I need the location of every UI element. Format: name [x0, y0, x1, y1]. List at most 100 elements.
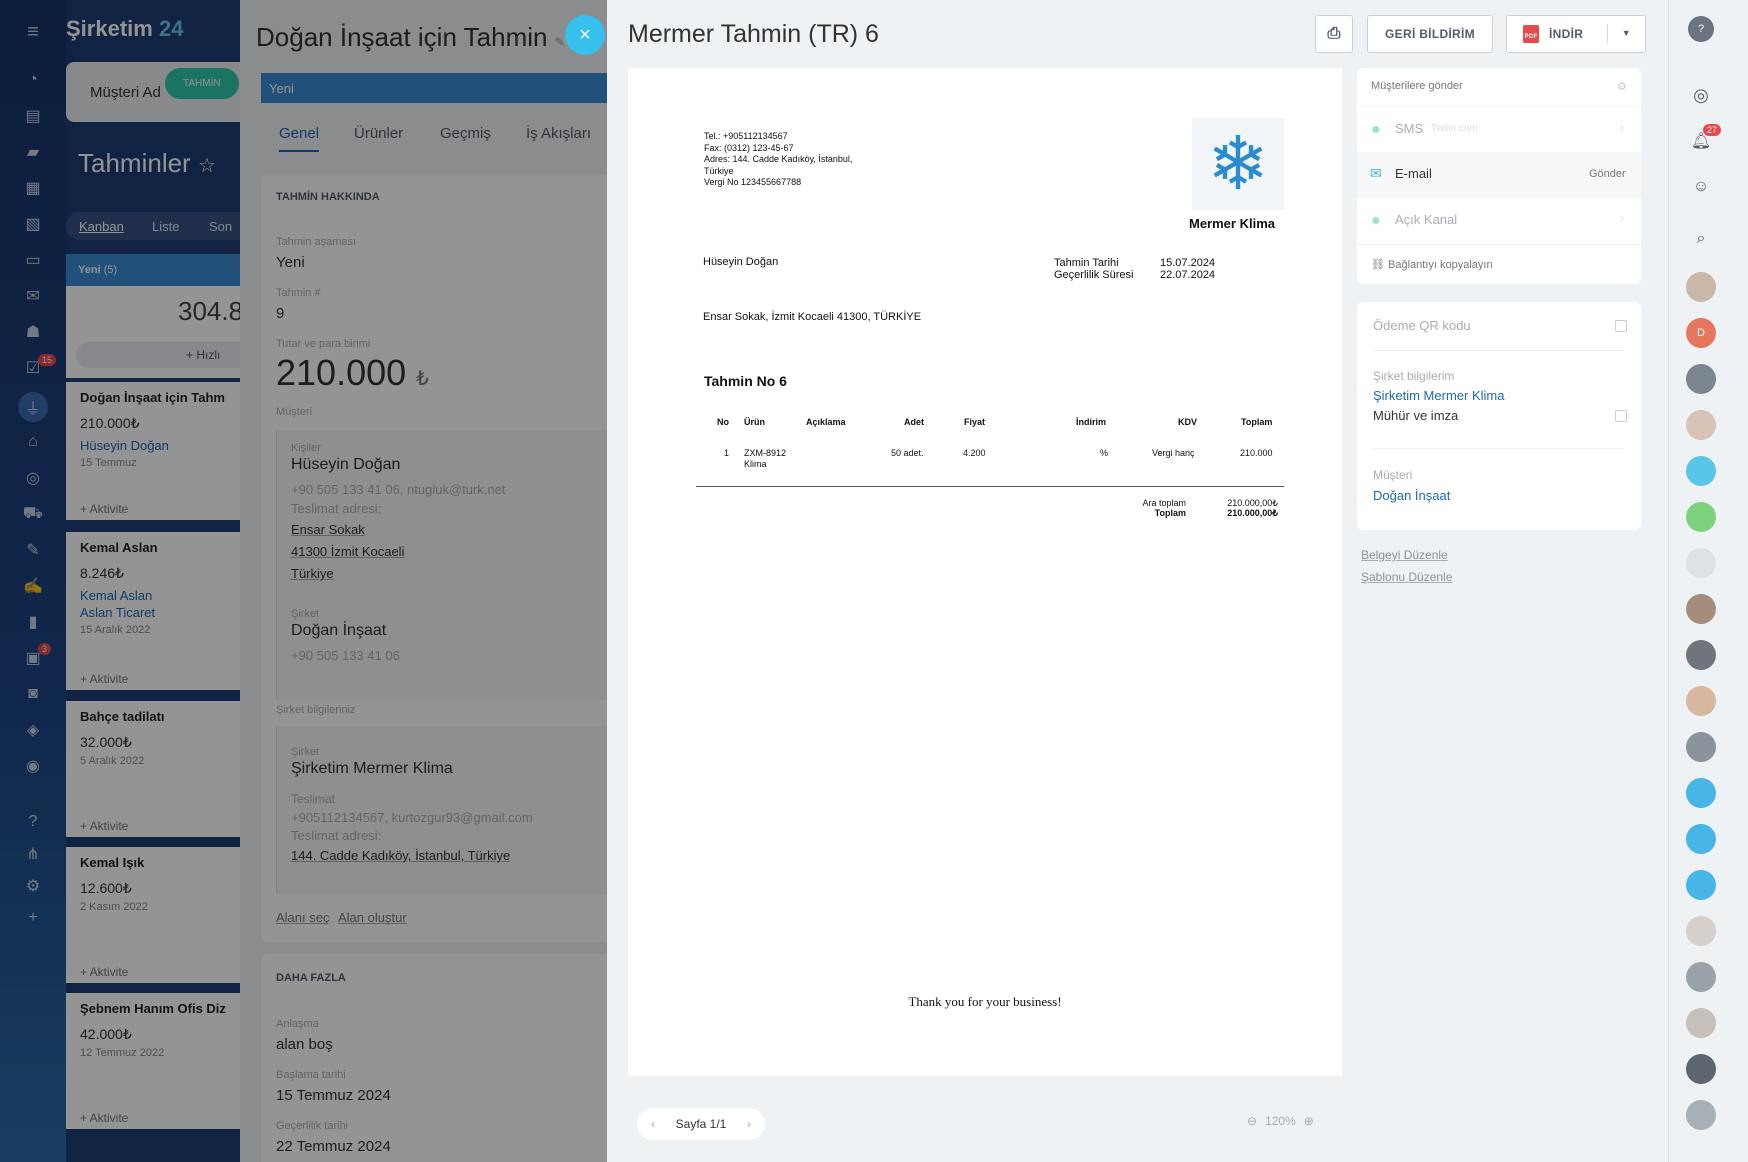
my-company-link[interactable]: Şirketim Mermer Klima	[1373, 388, 1504, 403]
email-send[interactable]: Gönder	[1589, 168, 1626, 180]
row-total: 210.000	[1240, 448, 1273, 458]
avatar[interactable]	[1686, 364, 1716, 394]
link-icon: ⛓	[1371, 259, 1385, 271]
help-icon[interactable]: ?	[1688, 16, 1714, 42]
total-label: Toplam	[1154, 508, 1186, 518]
qr-label: Ödeme QR kodu	[1373, 318, 1471, 333]
doc-date-label: Tahmin Tarihi	[1054, 257, 1119, 269]
sms-label: SMS	[1395, 121, 1424, 136]
sender-address: Adres: 144. Cadde Kadıköy, İstanbul,	[704, 154, 853, 164]
col-no: No	[717, 417, 729, 427]
messenger-icon[interactable]: ☺	[1686, 172, 1716, 202]
prev-page-icon[interactable]: ‹	[651, 1117, 655, 1131]
settings-icon[interactable]: ⚙	[1617, 80, 1627, 93]
overlay-dim	[0, 0, 240, 1162]
avatar[interactable]	[1686, 502, 1716, 532]
customer-option-label: Müşteri	[1373, 468, 1413, 482]
doc-thanks: Thank you for your business!	[908, 994, 1062, 1009]
zoom-in-icon[interactable]: ⊕	[1304, 1114, 1314, 1128]
qr-checkbox[interactable]	[1615, 320, 1627, 332]
customer-option-link[interactable]: Doğan İnşaat	[1373, 488, 1450, 503]
avatar[interactable]	[1686, 272, 1716, 302]
doc-company: Mermer Klima	[1189, 216, 1275, 231]
options-panel: Ödeme QR kodu Şirket bilgilerim Şirketim…	[1357, 302, 1641, 530]
avatar[interactable]: D	[1686, 318, 1716, 348]
print-icon[interactable]: ⎙	[1315, 15, 1353, 53]
edit-document-link[interactable]: Belgeyi Düzenle	[1361, 548, 1448, 562]
download-button[interactable]: PDF İNDİR ▼	[1506, 15, 1646, 53]
doc-table-header: No Ürün Açıklama Adet Fiyat İndirim KDV …	[628, 417, 1342, 429]
row-product-2: Klima	[744, 459, 767, 469]
table-rule	[696, 486, 1284, 487]
notification-badge: 27	[1703, 124, 1722, 136]
avatar[interactable]	[1686, 1008, 1716, 1038]
sender-country: Türkiye	[704, 165, 734, 176]
row-price: 4.200	[963, 448, 986, 458]
send-email[interactable]: ✉ E-mail Gönder	[1357, 152, 1641, 198]
total-value: 210.000,00₺	[1227, 508, 1278, 518]
mail-icon: ✉	[1370, 165, 1382, 181]
open-channel-label: Açık Kanal	[1395, 212, 1458, 227]
subtotal-label: Ara toplam	[1142, 498, 1186, 508]
avatar[interactable]	[1686, 410, 1716, 440]
close-icon[interactable]: ×	[565, 15, 605, 55]
col-qty: Adet	[904, 417, 924, 427]
doc-valid-label: Geçerlilik Süresi	[1054, 269, 1134, 281]
send-open-channel[interactable]: ● Açık Kanal ›	[1357, 198, 1641, 244]
avatar[interactable]	[1686, 1054, 1716, 1084]
chevron-down-icon[interactable]: ▼	[1622, 28, 1631, 38]
stamp-checkbox[interactable]	[1615, 410, 1627, 422]
doc-client: Hüseyin Doğan	[703, 256, 779, 268]
avatar[interactable]	[1686, 686, 1716, 716]
row-discount: %	[1100, 448, 1109, 458]
document-page: Tel.: +905112134567 Fax: (0312) 123-45-6…	[628, 68, 1342, 1076]
copy-link-label: Bağlantıyı kopyalayın	[1388, 259, 1493, 271]
avatar[interactable]	[1686, 916, 1716, 946]
avatar[interactable]	[1686, 824, 1716, 854]
doc-heading: Tahmin No 6	[704, 373, 787, 389]
document-title: Mermer Tahmin (TR) 6	[628, 20, 879, 48]
col-price: Fiyat	[964, 417, 986, 427]
send-header: Müşterilere gönder	[1371, 80, 1463, 92]
zoom-level: 120%	[1265, 1114, 1296, 1128]
col-total: Toplam	[1241, 417, 1273, 427]
avatar[interactable]	[1686, 870, 1716, 900]
sender-tel: Tel.: +905112134567	[704, 131, 788, 141]
doc-dates: Tahmin Tarihi 15.07.2024 Geçerlilik Süres…	[1054, 257, 1215, 281]
avatar[interactable]	[1686, 778, 1716, 808]
zoom-out-icon[interactable]: ⊖	[1247, 1114, 1257, 1128]
email-label: E-mail	[1395, 166, 1432, 181]
subtotal-value: 210.000,00₺	[1227, 498, 1278, 508]
avatar[interactable]	[1686, 640, 1716, 670]
row-qty: 50 adet.	[891, 448, 924, 458]
avatar[interactable]	[1686, 1100, 1716, 1130]
avatar[interactable]	[1686, 594, 1716, 624]
sender-fax: Fax: (0312) 123-45-67	[704, 142, 794, 153]
row-vat: Vergi hariç	[1152, 448, 1195, 458]
page-navigator: ‹ Sayfa 1/1 ›	[637, 1108, 765, 1140]
my-company-label: Şirket bilgilerim	[1373, 369, 1455, 383]
feedback-button[interactable]: GERİ BİLDİRİM	[1367, 15, 1493, 53]
edit-template-link[interactable]: Şablonu Düzenle	[1361, 570, 1452, 584]
snowflake-logo: ❄	[1192, 118, 1284, 210]
divider	[1373, 448, 1625, 449]
avatar[interactable]	[1686, 456, 1716, 486]
col-description: Açıklama	[806, 417, 846, 427]
avatar[interactable]	[1686, 732, 1716, 762]
open-channel-icon: ●	[1371, 212, 1381, 229]
copy-link[interactable]: ⛓ Bağlantıyı kopyalayın	[1371, 258, 1493, 271]
page-indicator: Sayfa 1/1	[675, 1117, 727, 1131]
search-icon[interactable]: ⌕	[1686, 224, 1716, 254]
col-discount: İndirim	[1076, 417, 1107, 427]
chevron-right-icon: ›	[1619, 210, 1625, 227]
send-sms[interactable]: ● SMS Twilio.com ›	[1357, 106, 1641, 152]
doc-date-value: 15.07.2024	[1160, 257, 1216, 269]
doc-table-row: 1 ZXM-8912 Klima 50 adet. 4.200 % Vergi …	[628, 448, 1342, 472]
next-page-icon[interactable]: ›	[747, 1117, 751, 1131]
chevron-right-icon: ›	[1619, 119, 1625, 136]
copilot-icon[interactable]: ◎	[1686, 80, 1716, 110]
avatar[interactable]	[1686, 962, 1716, 992]
overlay-dim-2	[240, 0, 607, 1162]
sms-provider: Twilio.com	[1431, 123, 1478, 134]
avatar[interactable]	[1686, 548, 1716, 578]
